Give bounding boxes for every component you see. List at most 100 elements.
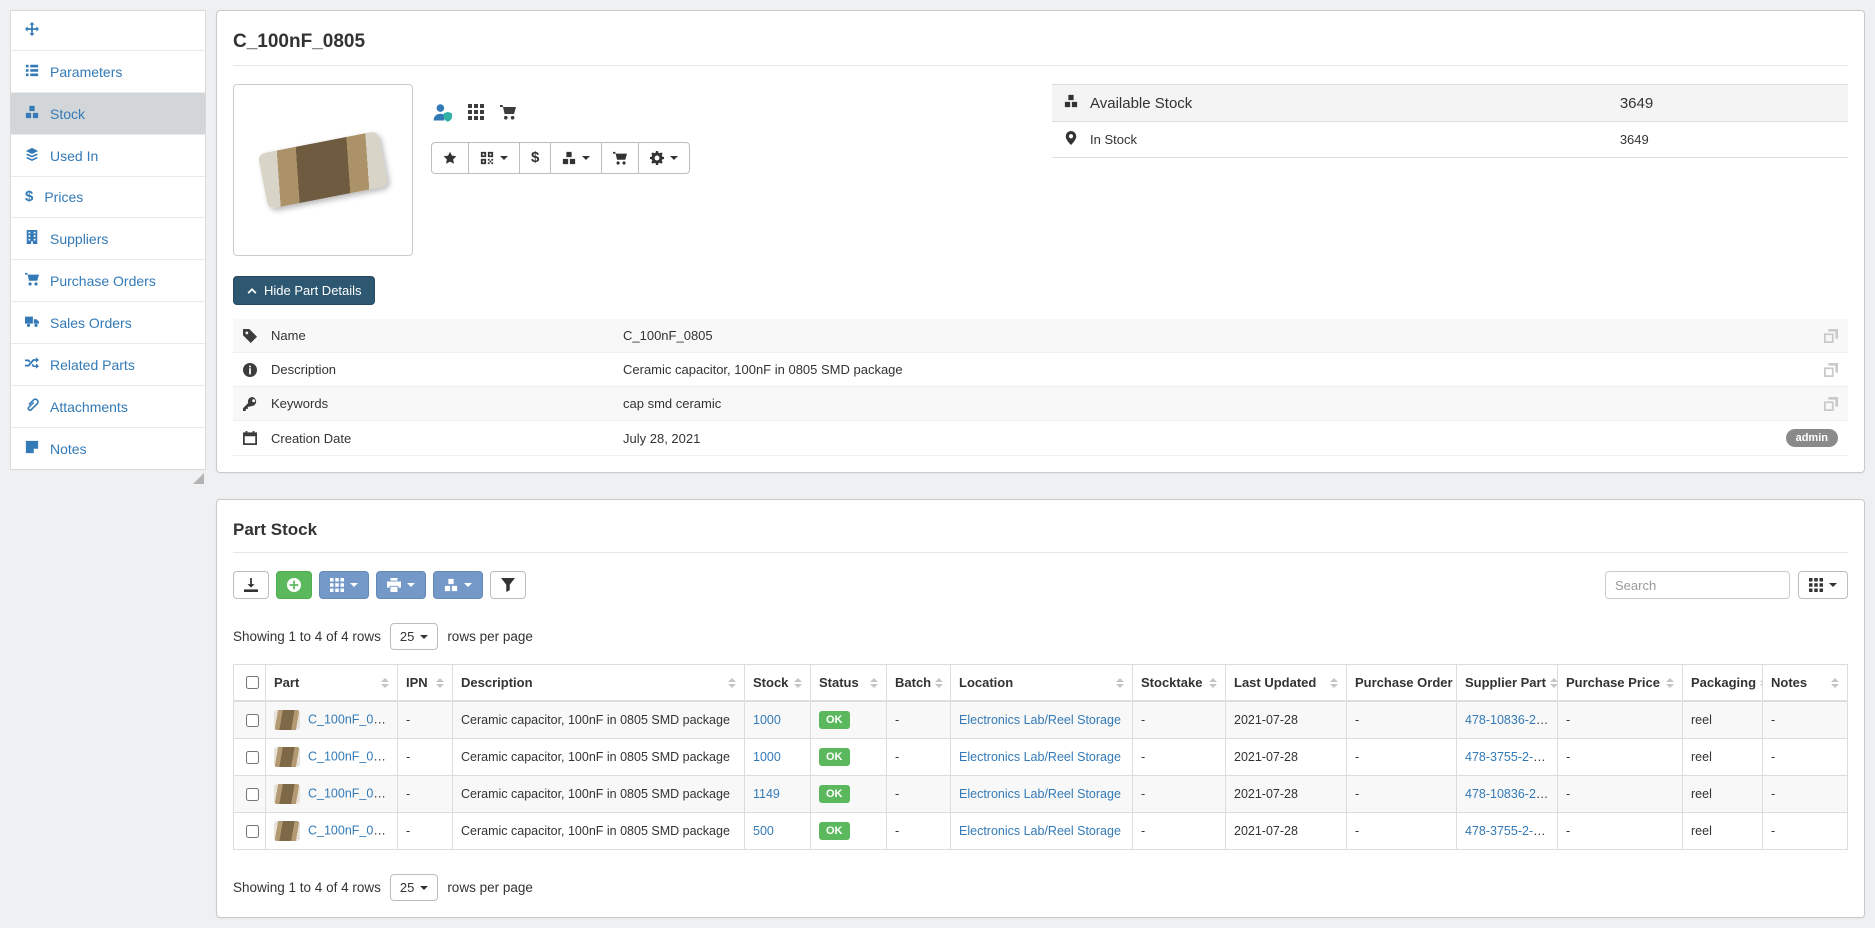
subscribe-user-icon[interactable] (433, 103, 452, 122)
stock-quantity-link[interactable]: 500 (753, 824, 774, 838)
sidebar-item-suppliers[interactable]: Suppliers (11, 218, 205, 260)
part-link[interactable]: C_100nF_0805 (308, 823, 394, 837)
sidebar-item-attachments[interactable]: Attachments (11, 386, 205, 428)
sidebar-item-sales-orders[interactable]: Sales Orders (11, 302, 205, 344)
part-link[interactable]: C_100nF_0805 (308, 786, 394, 800)
rows-per-page-label: rows per page (447, 629, 533, 644)
part-image[interactable] (233, 84, 413, 256)
stock-quantity-link[interactable]: 1000 (753, 750, 781, 764)
filter-button[interactable] (490, 571, 526, 599)
part-settings-button[interactable] (638, 142, 690, 174)
favorite-button[interactable] (431, 142, 469, 174)
cell-status: OK (811, 813, 887, 850)
sidebar-item-purchase-orders[interactable]: Purchase Orders (11, 260, 205, 302)
column-header-purchase-price[interactable]: Purchase Price (1558, 665, 1683, 702)
sidebar-item-label: Suppliers (50, 231, 108, 247)
barcode-actions-button[interactable] (468, 142, 520, 174)
column-header-batch[interactable]: Batch (887, 665, 951, 702)
divider (233, 65, 1848, 66)
sidebar-resize-handle[interactable] (193, 473, 204, 484)
row-checkbox[interactable] (246, 751, 259, 764)
creation-user-badge: admin (1786, 429, 1838, 447)
cell-description: Ceramic capacitor, 100nF in 0805 SMD pac… (453, 739, 745, 776)
sidebar-item-used-in[interactable]: Used In (11, 135, 205, 177)
copy-icon[interactable] (1824, 397, 1838, 411)
sidebar-item-label: Stock (50, 106, 85, 122)
table-row: C_100nF_0805 - Ceramic capacitor, 100nF … (234, 813, 1848, 850)
page-size-dropdown[interactable]: 25 (390, 874, 438, 901)
location-link[interactable]: Electronics Lab/Reel Storage (959, 824, 1121, 838)
column-header-purchase-order[interactable]: Purchase Order (1347, 665, 1457, 702)
export-button[interactable] (233, 571, 269, 599)
hide-part-details-button[interactable]: Hide Part Details (233, 276, 375, 305)
column-header-notes[interactable]: Notes (1763, 665, 1848, 702)
part-stock-title: Part Stock (233, 520, 1848, 540)
cell-last-updated: 2021-07-28 (1226, 739, 1347, 776)
cell-status: OK (811, 701, 887, 739)
cell-stocktake: - (1133, 739, 1226, 776)
supplier-part-link[interactable]: 478-10836-2-ND (1465, 713, 1558, 727)
order-part-button[interactable] (601, 142, 639, 174)
detail-label: Description (271, 362, 623, 377)
column-select-dropdown[interactable] (1798, 571, 1848, 599)
cart-icon[interactable] (500, 104, 516, 120)
column-header-ipn[interactable]: IPN (398, 665, 453, 702)
part-link[interactable]: C_100nF_0805 (308, 712, 394, 726)
select-all-checkbox[interactable] (246, 676, 259, 689)
column-header-supplier-part[interactable]: Supplier Part (1457, 665, 1558, 702)
column-header-part[interactable]: Part (266, 665, 398, 702)
column-header-stock[interactable]: Stock (745, 665, 811, 702)
cell-last-updated: 2021-07-28 (1226, 701, 1347, 739)
location-link[interactable]: Electronics Lab/Reel Storage (959, 750, 1121, 764)
page-size-dropdown[interactable]: 25 (390, 623, 438, 650)
column-header-last-updated[interactable]: Last Updated (1226, 665, 1347, 702)
search-input[interactable] (1605, 571, 1790, 599)
stock-quantity-link[interactable]: 1000 (753, 713, 781, 727)
column-header-packaging[interactable]: Packaging (1683, 665, 1763, 702)
cell-notes: - (1763, 739, 1848, 776)
copy-icon[interactable] (1824, 329, 1838, 343)
status-badge: OK (819, 822, 850, 840)
pricing-button[interactable]: $ (519, 142, 551, 174)
grid-view-icon[interactable] (468, 104, 484, 120)
sidebar-collapse-button[interactable] (11, 11, 205, 51)
supplier-part-link[interactable]: 478-3755-2-ND (1465, 824, 1551, 838)
cell-location: Electronics Lab/Reel Storage (951, 739, 1133, 776)
sidebar-item-related-parts[interactable]: Related Parts (11, 344, 205, 386)
cell-select (234, 701, 266, 739)
column-header-stocktake[interactable]: Stocktake (1133, 665, 1226, 702)
caret-down-icon (582, 156, 590, 160)
page: Parameters Stock Used In $ Prices Suppli… (0, 0, 1875, 928)
stock-quantity-link[interactable]: 1149 (753, 787, 780, 801)
row-checkbox[interactable] (246, 788, 259, 801)
stock-actions-button[interactable] (550, 142, 602, 174)
part-link[interactable]: C_100nF_0805 (308, 749, 394, 763)
cell-batch: - (887, 739, 951, 776)
column-header-description[interactable]: Description (453, 665, 745, 702)
stock-actions-dropdown[interactable] (433, 571, 483, 599)
supplier-part-link[interactable]: 478-10836-2-ND (1465, 787, 1558, 801)
sidebar-item-stock[interactable]: Stock (11, 93, 205, 135)
row-checkbox[interactable] (246, 825, 259, 838)
cell-stocktake: - (1133, 776, 1226, 813)
supplier-part-link[interactable]: 478-3755-2-ND (1465, 750, 1551, 764)
print-actions-dropdown[interactable] (376, 571, 426, 599)
page-size-value: 25 (400, 630, 414, 643)
sidebar-item-label: Sales Orders (50, 315, 132, 331)
location-link[interactable]: Electronics Lab/Reel Storage (959, 787, 1121, 801)
sidebar-item-prices[interactable]: $ Prices (11, 177, 205, 218)
location-link[interactable]: Electronics Lab/Reel Storage (959, 713, 1121, 727)
stock-options-dropdown[interactable] (319, 571, 369, 599)
column-header-location[interactable]: Location (951, 665, 1133, 702)
shuffle-icon (25, 356, 39, 373)
pagination-info: Showing 1 to 4 of 4 rows (233, 629, 381, 644)
part-thumbnail (274, 747, 300, 767)
copy-icon[interactable] (1824, 363, 1838, 377)
cell-notes: - (1763, 813, 1848, 850)
sidebar-item-parameters[interactable]: Parameters (11, 51, 205, 93)
capacitor-photo (258, 131, 388, 209)
add-stock-item-button[interactable] (276, 571, 312, 599)
sidebar-item-notes[interactable]: Notes (11, 428, 205, 469)
row-checkbox[interactable] (246, 714, 259, 727)
column-header-status[interactable]: Status (811, 665, 887, 702)
